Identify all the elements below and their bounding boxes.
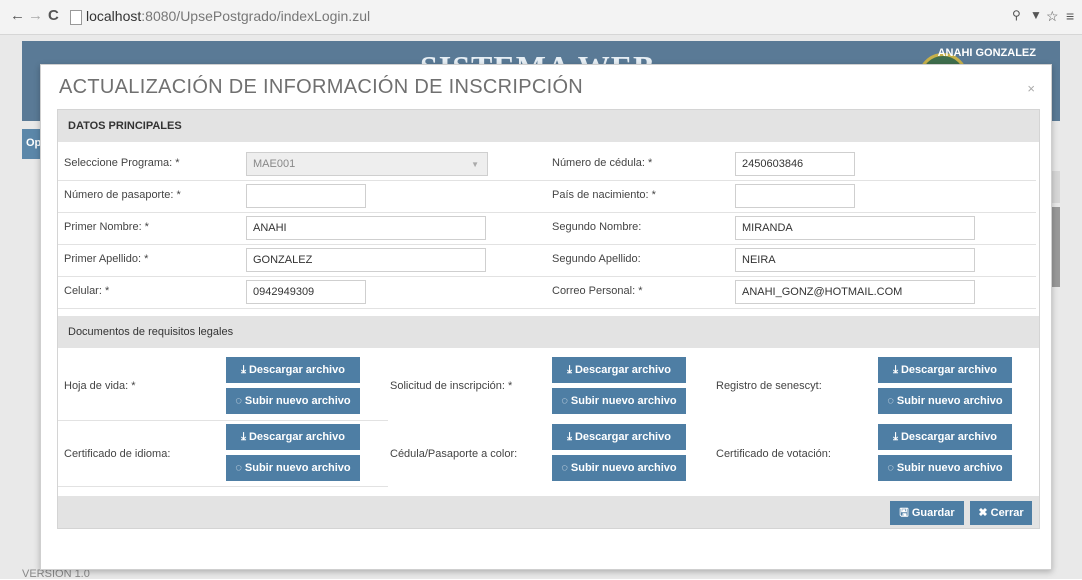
close-icon: ✖	[978, 507, 988, 519]
doc-row: Certificado de idioma: ⤓ Descargar archiv…	[58, 420, 1039, 486]
modal-title: ACTUALIZACIÓN DE INFORMACIÓN DE INSCRIPC…	[59, 76, 584, 98]
address-bar[interactable]: localhost:8080/UpsePostgrado/indexLogin.…	[86, 8, 370, 24]
user-name[interactable]: ANAHI GONZALEZ	[938, 47, 1036, 59]
primer-apellido-label: Primer Apellido: *	[64, 253, 149, 265]
primer-nombre-label: Primer Nombre: *	[64, 221, 149, 233]
pasaporte-field[interactable]	[246, 184, 366, 208]
correo-field[interactable]: ANAHI_GONZ@HOTMAIL.COM	[735, 280, 975, 304]
upload-votacion-button[interactable]: ◌ Subir nuevo archivo	[878, 455, 1012, 481]
cedula-label: Número de cédula: *	[552, 157, 653, 169]
download-icon: ⤓	[567, 431, 572, 443]
spinner-icon: ◌	[561, 462, 568, 474]
zoom-icon[interactable]: ⚲	[1012, 8, 1021, 22]
programa-label: Seleccione Programa: *	[64, 157, 180, 169]
save-button[interactable]: 🖫 Guardar	[890, 501, 964, 525]
form-row: Primer Nombre: * ANAHI Segundo Nombre: M…	[58, 212, 1036, 245]
segundo-apellido-label: Segundo Apellido:	[552, 253, 641, 265]
extension-icon[interactable]: ▼	[1030, 8, 1042, 22]
url-host: localhost	[86, 8, 142, 24]
primer-apellido-field[interactable]: GONZALEZ	[246, 248, 486, 272]
spinner-icon: ◌	[235, 395, 242, 407]
menu-icon[interactable]: ≡	[1066, 8, 1074, 24]
votacion-label: Certificado de votación:	[716, 448, 831, 460]
download-icon: ⤓	[567, 364, 572, 376]
doc-row: Hoja de vida: * ⤓ Descargar archivo ◌ Subi…	[58, 354, 1039, 420]
documents-grid: Hoja de vida: * ⤓ Descargar archivo ◌ Subi…	[58, 354, 1039, 487]
url-path: :8080/UpsePostgrado/indexLogin.zul	[141, 8, 371, 24]
download-solicitud-button[interactable]: ⤓ Descargar archivo	[552, 357, 686, 383]
spinner-icon: ◌	[235, 462, 242, 474]
cedula-color-label: Cédula/Pasaporte a color:	[390, 448, 518, 460]
download-icon: ⤓	[893, 364, 898, 376]
download-idioma-button[interactable]: ⤓ Descargar archivo	[226, 424, 360, 450]
correo-label: Correo Personal: *	[552, 285, 643, 297]
forward-icon[interactable]: →	[28, 8, 43, 24]
spinner-icon: ◌	[887, 395, 894, 407]
save-icon: 🖫	[899, 507, 909, 519]
segundo-apellido-field[interactable]: NEIRA	[735, 248, 975, 272]
divider	[58, 486, 388, 487]
primer-nombre-field[interactable]: ANAHI	[246, 216, 486, 240]
pasaporte-label: Número de pasaporte: *	[64, 189, 181, 201]
download-hoja-vida-button[interactable]: ⤓ Descargar archivo	[226, 357, 360, 383]
download-icon: ⤓	[893, 431, 898, 443]
hoja-vida-label: Hoja de vida: *	[64, 380, 136, 392]
upload-hoja-vida-button[interactable]: ◌ Subir nuevo archivo	[226, 388, 360, 414]
segundo-nombre-field[interactable]: MIRANDA	[735, 216, 975, 240]
form-row: Celular: * 0942949309 Correo Personal: *…	[58, 276, 1036, 309]
side-tab[interactable]: Op	[22, 129, 41, 159]
senescyt-label: Registro de senescyt:	[716, 380, 822, 392]
solicitud-label: Solicitud de inscripción: *	[390, 380, 513, 392]
celular-field[interactable]: 0942949309	[246, 280, 366, 304]
back-icon[interactable]: ←	[10, 8, 25, 24]
segundo-nombre-label: Segundo Nombre:	[552, 221, 642, 233]
form-panel: DATOS PRINCIPALES Seleccione Programa: *…	[57, 109, 1040, 529]
form-row: Número de pasaporte: * País de nacimient…	[58, 180, 1036, 213]
spinner-icon: ◌	[561, 395, 568, 407]
download-votacion-button[interactable]: ⤓ Descargar archivo	[878, 424, 1012, 450]
section-main-header: DATOS PRINCIPALES	[58, 110, 1039, 142]
download-icon: ⤓	[241, 364, 246, 376]
bookmark-star-icon[interactable]: ☆	[1046, 8, 1059, 25]
close-icon[interactable]: ×	[1027, 81, 1035, 96]
section-docs-header: Documentos de requisitos legales	[58, 316, 1039, 348]
celular-label: Celular: *	[64, 285, 110, 297]
download-senescyt-button[interactable]: ⤓ Descargar archivo	[878, 357, 1012, 383]
pais-field[interactable]	[735, 184, 855, 208]
form-row: Seleccione Programa: * MAE001 ▼ Número d…	[58, 148, 1036, 181]
upload-idioma-button[interactable]: ◌ Subir nuevo archivo	[226, 455, 360, 481]
inscription-modal: ACTUALIZACIÓN DE INFORMACIÓN DE INSCRIPC…	[40, 64, 1052, 570]
spinner-icon: ◌	[887, 462, 894, 474]
chevron-down-icon: ▼	[471, 160, 479, 169]
page-icon	[70, 10, 82, 25]
close-button[interactable]: ✖ Cerrar	[970, 501, 1032, 525]
pais-label: País de nacimiento: *	[552, 189, 656, 201]
upload-solicitud-button[interactable]: ◌ Subir nuevo archivo	[552, 388, 686, 414]
programa-value: MAE001	[253, 158, 296, 170]
download-icon: ⤓	[241, 431, 246, 443]
upload-cedula-color-button[interactable]: ◌ Subir nuevo archivo	[552, 455, 686, 481]
idioma-label: Certificado de idioma:	[64, 448, 171, 460]
cedula-field[interactable]: 2450603846	[735, 152, 855, 176]
download-cedula-color-button[interactable]: ⤓ Descargar archivo	[552, 424, 686, 450]
form-row: Primer Apellido: * GONZALEZ Segundo Apel…	[58, 244, 1036, 277]
reload-icon[interactable]: C	[48, 8, 59, 24]
browser-toolbar: ← → C localhost:8080/UpsePostgrado/index…	[0, 0, 1082, 35]
programa-select[interactable]: MAE001 ▼	[246, 152, 488, 176]
modal-footer: 🖫 Guardar ✖ Cerrar	[58, 496, 1039, 528]
upload-senescyt-button[interactable]: ◌ Subir nuevo archivo	[878, 388, 1012, 414]
